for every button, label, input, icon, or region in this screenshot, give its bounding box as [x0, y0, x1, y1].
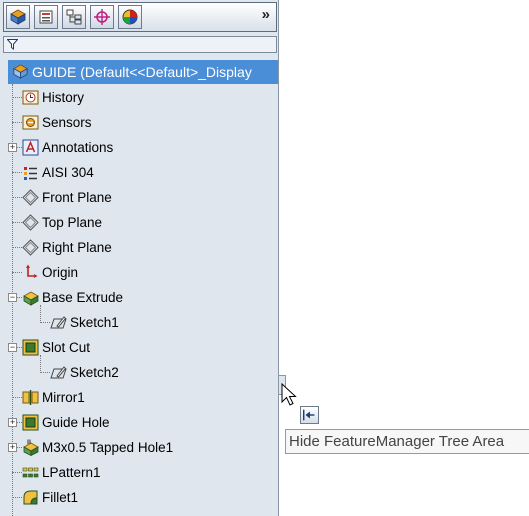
mouse-pointer-icon	[281, 383, 297, 406]
annotations-icon	[22, 139, 39, 156]
sketch-icon	[50, 366, 67, 379]
tree-item-label: Sketch1	[70, 315, 119, 330]
tree-item-guide-hole[interactable]: + Guide Hole	[0, 410, 278, 435]
tree-item-label: Right Plane	[42, 240, 112, 255]
tree-item-annotations[interactable]: + Annotations	[0, 135, 278, 160]
tree-item-label: Origin	[42, 265, 79, 280]
linear-pattern-icon	[22, 467, 39, 478]
more-tabs-button[interactable]: »	[262, 6, 270, 23]
tree-item-history[interactable]: History	[0, 85, 278, 110]
filter-icon	[7, 39, 18, 50]
tree-root-label: GUIDE (Default<<Default>_Display	[32, 64, 252, 80]
propertymanager-tab[interactable]	[34, 5, 58, 29]
material-icon	[24, 167, 37, 180]
arrow-collapse-left-icon	[303, 409, 315, 421]
tree-item-label: LPattern1	[42, 465, 101, 480]
tree-item-label: Sketch2	[70, 365, 119, 380]
cut-icon	[22, 339, 39, 356]
cut-icon	[22, 414, 39, 431]
featuremanager-tab-icon	[10, 9, 26, 25]
part-icon	[13, 64, 28, 79]
tree-item-front-plane[interactable]: Front Plane	[0, 185, 278, 210]
hole-wizard-icon	[23, 439, 39, 456]
featuremanager-panel: » GUIDE (Default<<Default>_Display Histo…	[0, 0, 279, 516]
history-icon	[22, 90, 39, 105]
tree-item-fillet1[interactable]: Fillet1	[0, 485, 278, 510]
tree-item-label: Fillet1	[42, 490, 79, 505]
tree-item-label: Top Plane	[42, 215, 103, 230]
tree-item-label: Annotations	[42, 140, 114, 155]
fillet-icon	[23, 490, 38, 505]
tree-item-sketch2[interactable]: Sketch2	[0, 360, 278, 385]
sensors-icon	[22, 115, 39, 130]
tree-item-top-plane[interactable]: Top Plane	[0, 210, 278, 235]
tree-item-base-extrude[interactable]: − Base Extrude	[0, 285, 278, 310]
tree-item-label: Front Plane	[42, 190, 112, 205]
tooltip: Hide FeatureManager Tree Area	[285, 429, 529, 454]
mirror-icon	[22, 390, 39, 405]
extrude-icon	[23, 291, 39, 306]
expand-toggle[interactable]: +	[8, 418, 17, 427]
tree-item-lpattern1[interactable]: LPattern1	[0, 460, 278, 485]
tree-item-label: AISI 304	[42, 165, 94, 180]
collapse-toggle[interactable]: −	[8, 343, 17, 352]
tree-root-part[interactable]: GUIDE (Default<<Default>_Display	[8, 60, 278, 84]
displaymanager-tab-icon	[122, 9, 138, 25]
expand-toggle[interactable]: +	[8, 443, 17, 452]
tree-item-label: Sensors	[42, 115, 92, 130]
tree-item-label: History	[42, 90, 85, 105]
displaymanager-tab[interactable]	[118, 5, 142, 29]
plane-icon	[22, 239, 39, 256]
configurationmanager-tab-icon	[66, 9, 82, 25]
tree-item-tapped-hole1[interactable]: + M3x0.5 Tapped Hole1	[0, 435, 278, 460]
expand-toggle[interactable]: +	[8, 143, 17, 152]
featuremanager-tab[interactable]	[6, 5, 30, 29]
tree-item-label: Slot Cut	[42, 340, 91, 355]
plane-icon	[22, 214, 39, 231]
tree-item-label: Base Extrude	[42, 290, 124, 305]
tree-item-sketch1[interactable]: Sketch1	[0, 310, 278, 335]
sketch-icon	[50, 316, 67, 329]
tree-item-origin[interactable]: Origin	[0, 260, 278, 285]
tree-item-sensors[interactable]: Sensors	[0, 110, 278, 135]
tree-item-slot-cut[interactable]: − Slot Cut	[0, 335, 278, 360]
dimxpertmanager-tab[interactable]	[90, 5, 114, 29]
plane-icon	[22, 189, 39, 206]
tree-item-label: Guide Hole	[42, 415, 110, 430]
collapse-toggle[interactable]: −	[8, 293, 17, 302]
manager-tab-bar: »	[3, 2, 277, 32]
dimxpertmanager-tab-icon	[94, 9, 110, 25]
hide-tree-area-button[interactable]	[300, 406, 319, 424]
tree-item-material[interactable]: AISI 304	[0, 160, 278, 185]
tree-item-mirror1[interactable]: Mirror1	[0, 385, 278, 410]
tree-filter-bar[interactable]	[3, 36, 277, 53]
tree-item-label: M3x0.5 Tapped Hole1	[42, 440, 174, 455]
origin-icon	[26, 264, 38, 278]
tree-item-right-plane[interactable]: Right Plane	[0, 235, 278, 260]
tree-item-label: Mirror1	[42, 390, 85, 405]
propertymanager-tab-icon	[39, 10, 53, 24]
configurationmanager-tab[interactable]	[62, 5, 86, 29]
